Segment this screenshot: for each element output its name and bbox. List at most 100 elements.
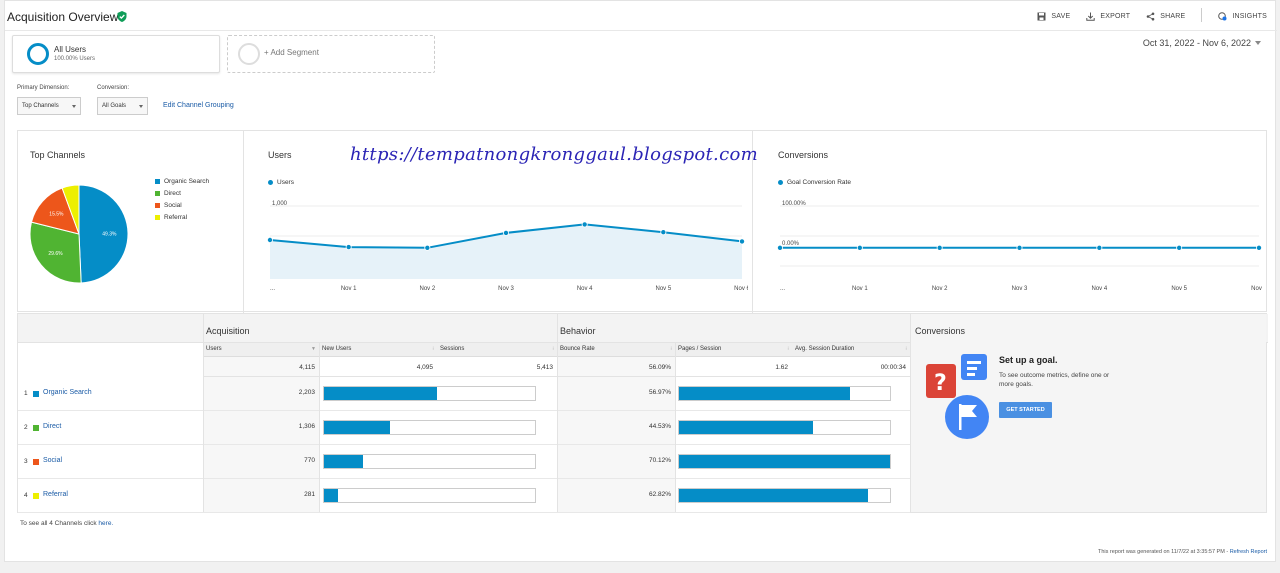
column-header-label: Pages / Session	[678, 346, 722, 352]
report-page: Acquisition Overview SAVE EXPORT SHARE I…	[4, 0, 1277, 562]
conversion-value: All Goals	[102, 103, 127, 109]
total-avg-session-duration: 00:00:34	[792, 357, 910, 377]
data-point	[345, 244, 352, 251]
data-point	[1016, 244, 1023, 251]
table-row: 2 Direct 1,306 44.53%	[18, 411, 910, 445]
refresh-report-link[interactable]: Refresh Report	[1230, 549, 1267, 555]
share-icon	[1146, 12, 1155, 21]
channel-link[interactable]: Referral	[43, 491, 68, 498]
column-header-avg-session-duration[interactable]: Avg. Session Duration ⁝	[792, 343, 910, 357]
total-pages-session: 1.62	[675, 357, 792, 377]
pie-slice-label: 15.5%	[49, 212, 64, 218]
segment-ring-icon	[27, 43, 49, 65]
y-tick-label: 0.00%	[782, 241, 800, 247]
see-all-prefix: To see all 4 Channels click	[20, 520, 97, 527]
channel-swatch	[33, 391, 39, 397]
column-header-bounce-rate[interactable]: Bounce Rate ⁝	[557, 343, 675, 357]
pages-session-bar-fill	[679, 421, 813, 434]
share-button[interactable]: SHARE	[1146, 11, 1185, 22]
conversions-legend: Goal Conversion Rate	[778, 179, 851, 186]
channel-swatch	[33, 459, 39, 465]
dropdown-caret-icon	[72, 104, 76, 108]
primary-dimension-select[interactable]: Top Channels	[17, 97, 81, 115]
pages-session-bar	[678, 386, 891, 401]
pie-legend-item: Organic Search	[155, 178, 209, 185]
verified-shield-icon	[117, 11, 127, 22]
insights-icon	[1218, 12, 1227, 21]
column-header-new-users[interactable]: New Users ⁝	[319, 343, 437, 357]
pages-session-bar-fill	[679, 489, 868, 502]
legend-label: Social	[164, 202, 182, 209]
report-generated-note: This report was generated on 11/7/22 at …	[1098, 549, 1267, 555]
pages-session-bar-fill	[679, 455, 890, 468]
users-chart-title: Users	[268, 150, 292, 160]
bounce-rate-cell: 56.97%	[557, 377, 675, 410]
channel-link[interactable]: Direct	[43, 423, 61, 430]
users-cell: 2,203	[203, 377, 319, 410]
edit-channel-grouping-link[interactable]: Edit Channel Grouping	[163, 102, 234, 109]
data-point	[1096, 244, 1103, 251]
data-point	[502, 229, 509, 236]
data-point	[856, 244, 863, 251]
channel-swatch	[33, 425, 39, 431]
data-point	[1255, 244, 1262, 251]
x-tick-label: Nov 6	[1251, 286, 1263, 291]
data-point	[581, 221, 588, 228]
users-legend-dot	[268, 180, 273, 185]
new-users-bar-fill	[324, 455, 364, 468]
x-tick-label: Nov 5	[655, 286, 671, 291]
channel-link[interactable]: Organic Search	[43, 389, 92, 396]
top-channels-legend: Organic Search Direct Social Referral	[155, 178, 240, 228]
insights-button[interactable]: INSIGHTS	[1218, 11, 1267, 22]
column-divider	[203, 314, 204, 512]
legend-swatch	[155, 215, 160, 220]
top-channels-pie-chart[interactable]: 49.3% 29.6% 15.5%	[28, 183, 130, 285]
report-toolbar: SAVE EXPORT SHARE INSIGHTS	[1037, 8, 1267, 22]
top-channels-title: Top Channels	[30, 150, 86, 160]
conversion-rate-line-chart[interactable]: 100.00% 0.00%... Nov 1 Nov 2 Nov 3 Nov 4 Nov 5…	[758, 191, 1263, 291]
get-started-button[interactable]: GET STARTED	[999, 402, 1052, 418]
segment-all-users[interactable]: All Users 100.00% Users	[12, 35, 220, 73]
new-users-bar-fill	[324, 489, 338, 502]
y-tick-label: 1,000	[272, 201, 288, 207]
legend-label: Referral	[164, 214, 188, 221]
table-row: 1 Organic Search 2,203 56.97%	[18, 377, 910, 411]
export-button[interactable]: EXPORT	[1086, 11, 1130, 22]
total-bounce-rate: 56.09%	[557, 357, 675, 377]
column-header-pages-session[interactable]: Pages / Session ⁝	[675, 343, 792, 357]
x-tick-label: Nov 5	[1171, 286, 1187, 291]
sort-icon: ⁝	[787, 346, 789, 352]
legend-label: Organic Search	[164, 178, 210, 185]
x-tick-label: ...	[270, 286, 275, 291]
column-divider	[675, 343, 676, 512]
column-header-label: Sessions	[440, 346, 465, 352]
conversions-chart-title: Conversions	[778, 150, 829, 160]
column-header-label: Avg. Session Duration	[795, 346, 855, 352]
page-title: Acquisition Overview	[7, 10, 119, 24]
column-header-users[interactable]: Users ▼	[203, 343, 319, 357]
date-range-picker[interactable]: Oct 31, 2022 - Nov 6, 2022	[1143, 38, 1261, 48]
users-line-chart[interactable]: 1,000500...Nov 1Nov 2Nov 3Nov 4Nov 5Nov …	[248, 191, 748, 291]
legend-swatch	[155, 191, 160, 196]
sort-icon: ⁝	[670, 346, 672, 352]
save-button[interactable]: SAVE	[1037, 11, 1070, 22]
goal-setup-title: Set up a goal.	[999, 355, 1058, 365]
panel-divider	[243, 131, 244, 313]
x-tick-label: ...	[780, 286, 785, 291]
row-number: 3	[24, 458, 28, 465]
row-number: 4	[24, 492, 28, 499]
export-icon	[1086, 12, 1096, 21]
bounce-rate-cell: 62.82%	[557, 479, 675, 512]
see-all-channels-link[interactable]: here.	[98, 520, 113, 527]
add-segment-button[interactable]: + Add Segment	[227, 35, 435, 73]
segment-name: All Users	[54, 45, 87, 54]
column-header-sessions[interactable]: Sessions ⁝	[437, 343, 557, 357]
channel-link[interactable]: Social	[43, 457, 62, 464]
data-point	[266, 237, 273, 244]
new-users-bar-fill	[324, 421, 391, 434]
x-tick-label: Nov 2	[419, 286, 435, 291]
column-divider	[319, 343, 320, 512]
conversion-select[interactable]: All Goals	[97, 97, 148, 115]
empty-segment-ring-icon	[238, 43, 260, 65]
users-legend: Users	[268, 179, 294, 186]
